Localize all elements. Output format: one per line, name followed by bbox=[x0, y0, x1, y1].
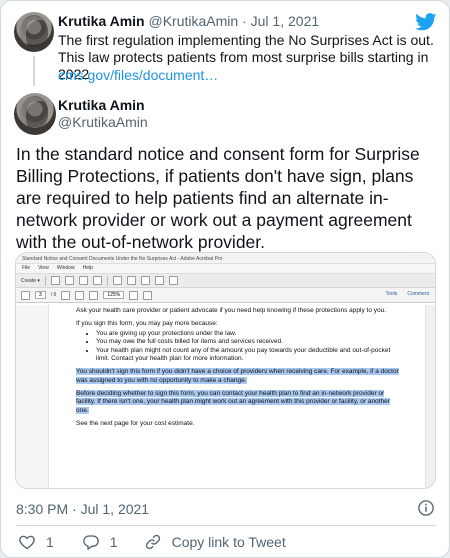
comment-tab: Comment bbox=[407, 291, 429, 297]
quoted-author-name[interactable]: Krutika Amin bbox=[58, 13, 145, 29]
tools-tab: Tools bbox=[385, 291, 398, 297]
acrobat-window-title: Standard Notice and Consent Documents Un… bbox=[16, 253, 435, 264]
tweet-text: In the standard notice and consent form … bbox=[16, 144, 420, 252]
create-menu: Create ▾ bbox=[21, 277, 40, 284]
page-number-box: 3 bbox=[35, 291, 46, 299]
quoted-date[interactable]: Jul 1, 2021 bbox=[251, 13, 320, 29]
reply-count: 1 bbox=[109, 534, 118, 550]
page-total: / 6 bbox=[50, 292, 57, 298]
quoted-author-handle[interactable]: @KrutikaAmin bbox=[149, 13, 239, 29]
doc-paragraph: See the next page for your cost estimate… bbox=[76, 420, 195, 428]
reply-button[interactable]: 1 bbox=[82, 533, 118, 551]
zoom-out-icon bbox=[75, 290, 85, 300]
acrobat-menubar: File View Window Help bbox=[16, 264, 435, 273]
heart-icon bbox=[19, 535, 35, 550]
document-text: Ask your health care provider or patient… bbox=[76, 307, 404, 433]
twitter-bird-icon[interactable] bbox=[415, 13, 437, 31]
page-view-icon bbox=[143, 290, 153, 300]
reply-icon bbox=[82, 535, 99, 550]
panel-links: Tools Comment bbox=[386, 291, 429, 297]
doc-bullet: Your health plan might not count any of … bbox=[96, 347, 404, 364]
like-count: 1 bbox=[46, 534, 54, 550]
menu-view: View bbox=[38, 265, 49, 271]
doc-paragraph-highlighted: You shouldn't sign this form if you didn… bbox=[76, 368, 404, 385]
tweet-actions: 1 1 Copy link to Tweet bbox=[18, 533, 286, 551]
like-button[interactable]: 1 bbox=[18, 533, 54, 551]
share-icon bbox=[154, 276, 164, 285]
menu-file: File bbox=[22, 265, 31, 271]
quoted-separator: · bbox=[242, 13, 247, 29]
doc-bullet-list: You are giving up your protections under… bbox=[96, 330, 404, 364]
doc-bullet: You are giving up your protections under… bbox=[96, 330, 404, 339]
doc-paragraph: Ask your health care provider or patient… bbox=[76, 307, 387, 314]
tweet-date[interactable]: Jul 1, 2021 bbox=[81, 501, 150, 517]
author-name[interactable]: Krutika Amin bbox=[58, 97, 145, 113]
settings-icon bbox=[112, 276, 122, 285]
email-icon bbox=[92, 276, 102, 285]
tweet-time[interactable]: 8:30 PM bbox=[16, 501, 68, 517]
save-icon bbox=[64, 276, 74, 285]
hand-tool-icon bbox=[61, 290, 71, 300]
quoted-link[interactable]: cms.gov/files/document… bbox=[58, 67, 218, 83]
tweet-timestamp[interactable]: 8:30 PM · Jul 1, 2021 bbox=[16, 501, 149, 517]
menu-help: Help bbox=[82, 265, 93, 271]
timestamp-separator: · bbox=[72, 501, 77, 517]
link-icon bbox=[145, 534, 160, 550]
zoom-level: 125% bbox=[103, 291, 125, 299]
highlight-2: Before deciding whether to sign this for… bbox=[76, 389, 390, 414]
doc-paragraph: If you sign this form, you may pay more … bbox=[76, 320, 218, 328]
highlight-1: You shouldn't sign this form if you didn… bbox=[76, 368, 399, 384]
acrobat-toolbar: Create ▾ bbox=[16, 273, 435, 288]
zoom-in-icon bbox=[89, 290, 99, 300]
print-icon bbox=[78, 276, 88, 285]
document-page: Ask your health care provider or patient… bbox=[16, 305, 435, 488]
copy-link-label: Copy link to Tweet bbox=[171, 534, 286, 550]
scroll-pane bbox=[425, 305, 435, 488]
menu-window: Window bbox=[56, 265, 75, 271]
thread-line bbox=[33, 56, 35, 86]
fit-page-icon bbox=[129, 290, 139, 300]
quoted-avatar[interactable] bbox=[14, 12, 54, 52]
doc-bullet: You may owe the full costs billed for it… bbox=[96, 338, 404, 347]
toolbar-divider bbox=[44, 275, 46, 286]
copy-link-button[interactable]: Copy link to Tweet bbox=[144, 533, 286, 551]
info-icon[interactable] bbox=[417, 499, 435, 517]
acrobat-page-toolbar: 3 / 6 125% Tools Comment bbox=[16, 288, 435, 303]
open-icon bbox=[50, 276, 60, 285]
prev-page-icon bbox=[21, 290, 30, 300]
nav-pane bbox=[16, 305, 49, 488]
stamp-icon bbox=[168, 276, 178, 285]
actions-divider bbox=[16, 525, 436, 526]
author-handle[interactable]: @KrutikaAmin bbox=[58, 114, 148, 130]
quoted-header: Krutika Amin @KrutikaAmin · Jul 1, 2021 bbox=[58, 13, 319, 29]
tweet-card: Krutika Amin @KrutikaAmin · Jul 1, 2021 … bbox=[0, 0, 450, 558]
attached-image[interactable]: Standard Notice and Consent Documents Un… bbox=[15, 252, 436, 489]
comment-icon bbox=[126, 276, 136, 285]
doc-paragraph-highlighted: Before deciding whether to sign this for… bbox=[76, 389, 404, 416]
toolbar-divider bbox=[106, 275, 108, 286]
author-avatar[interactable] bbox=[14, 93, 56, 135]
sign-icon bbox=[140, 276, 150, 285]
